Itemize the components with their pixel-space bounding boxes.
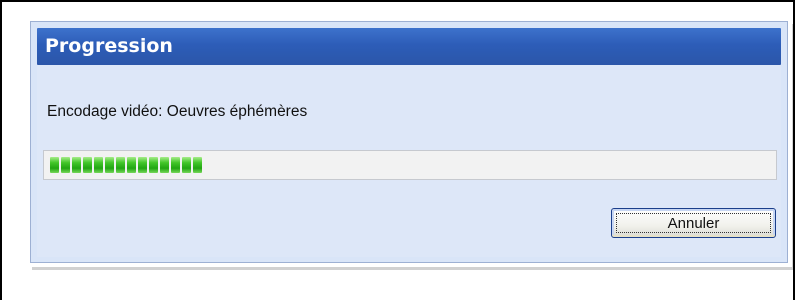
- progress-segment: [160, 157, 169, 173]
- progress-segment: [83, 157, 92, 173]
- progress-segment: [61, 157, 70, 173]
- progress-segment: [193, 157, 202, 173]
- progress-segment: [138, 157, 147, 173]
- status-message: Encodage vidéo: Oeuvres éphémères: [47, 103, 308, 120]
- progress-segment: [105, 157, 114, 173]
- progress-segment: [127, 157, 136, 173]
- dialog-title: Progression: [45, 35, 173, 57]
- progress-bar: [43, 150, 777, 180]
- progress-dialog: Progression Encodage vidéo: Oeuvres éphé…: [30, 21, 788, 263]
- progress-segment: [50, 157, 59, 173]
- progress-fill: [50, 157, 202, 173]
- progress-segment: [171, 157, 180, 173]
- progress-segment: [182, 157, 191, 173]
- progress-segment: [72, 157, 81, 173]
- progress-segment: [149, 157, 158, 173]
- progress-segment: [116, 157, 125, 173]
- progress-segment: [94, 157, 103, 173]
- dialog-body: Encodage vidéo: Oeuvres éphémères Annule…: [37, 65, 781, 257]
- cancel-button-label: Annuler: [667, 214, 720, 232]
- dialog-titlebar[interactable]: Progression: [37, 28, 781, 65]
- cancel-button[interactable]: Annuler: [611, 208, 776, 238]
